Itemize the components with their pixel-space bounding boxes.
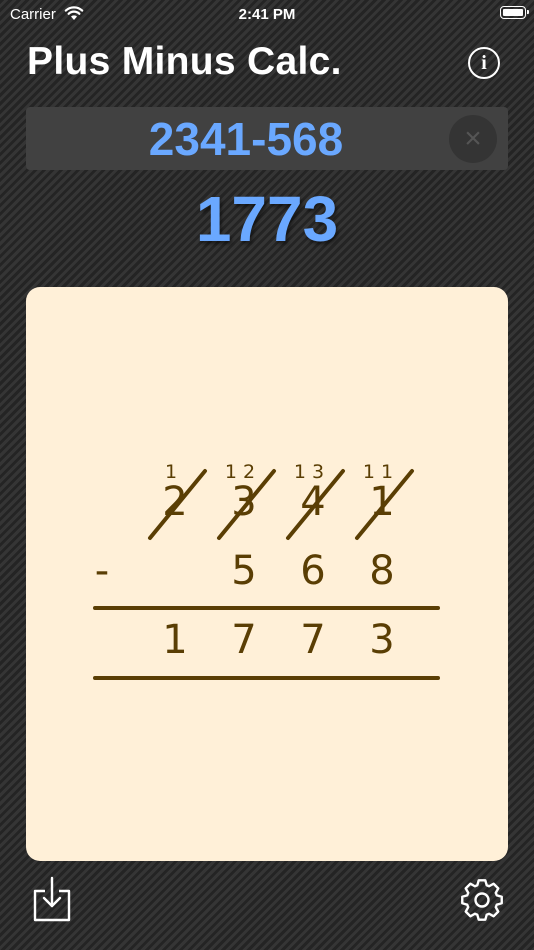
battery-icon (500, 6, 529, 19)
share-icon (33, 876, 71, 922)
settings-button[interactable] (458, 876, 506, 924)
difference-digit: 7 (300, 617, 325, 663)
status-bar: Carrier 2:41 PM (0, 0, 534, 28)
worksheet-panel: 11 21 31 12341-5681773 (26, 287, 508, 861)
difference-digit: 3 (369, 617, 394, 663)
expression-text: 2341-568 (148, 113, 344, 165)
share-button[interactable] (32, 876, 72, 922)
subtrahend-digit: 6 (300, 548, 325, 594)
info-button[interactable]: i (468, 47, 500, 79)
difference-digit: 1 (162, 617, 187, 663)
operator-sign: - (95, 548, 109, 594)
clear-button[interactable]: × (449, 115, 497, 163)
info-icon: i (481, 51, 487, 74)
worksheet-canvas: 11 21 31 12 3 4 1- 5 6 81 7 7 3 (93, 461, 440, 680)
gear-icon (461, 879, 503, 921)
page-title: Plus Minus Calc. (27, 40, 342, 83)
expression-field[interactable]: 2341-568 × (26, 107, 508, 170)
close-icon: × (464, 122, 482, 155)
subtrahend-digit: 8 (369, 548, 394, 594)
clock: 2:41 PM (238, 6, 296, 23)
result-value: 1773 (195, 183, 339, 255)
subtrahend-digit: 5 (231, 548, 256, 594)
difference-digit: 7 (231, 617, 256, 663)
